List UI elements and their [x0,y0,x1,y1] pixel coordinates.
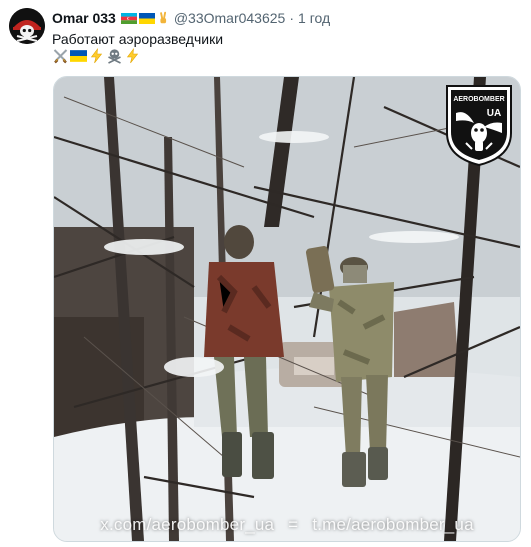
lightning-icon [126,48,139,64]
victory-hand-icon [159,11,166,24]
skull-crossbones-icon [108,49,121,64]
ukraine-flag-icon [70,50,87,62]
ukraine-flag-icon [138,12,155,24]
author-handle[interactable]: @33Omar043625 [174,10,286,26]
logo-text-top: AEROBOMBER [453,96,504,103]
author-name[interactable]: Omar 033 [52,10,116,26]
avatar[interactable] [9,8,45,44]
watermark-separator: = [288,515,299,534]
tweet-media-video[interactable]: AEROBOMBER UA x.com/aerobomber_ua = t.me/a… [53,76,521,542]
tweet-card: Omar 033 @33Omar043625 · 1 год Работают … [0,0,531,547]
skull-avatar-icon [9,8,45,44]
emoji-row [52,48,141,64]
lightning-icon [90,48,103,64]
tweet-text: Работают аэроразведчики [52,31,224,47]
timestamp[interactable]: 1 год [298,10,330,26]
author-flags [120,10,170,26]
separator-dot: · [289,10,295,26]
azerbaijan-flag-icon [120,12,137,24]
crossed-swords-icon [53,49,68,64]
video-watermark: x.com/aerobomber_ua = t.me/aerobomber_ua [54,515,520,535]
logo-text-mid: UA [487,108,501,119]
tweet-header: Omar 033 @33Omar043625 · 1 год [52,9,330,27]
watermark-telegram-link: t.me/aerobomber_ua [312,515,474,534]
aerobomber-logo-icon: AEROBOMBER UA [446,85,512,167]
watermark-x-link: x.com/aerobomber_ua [100,515,275,534]
